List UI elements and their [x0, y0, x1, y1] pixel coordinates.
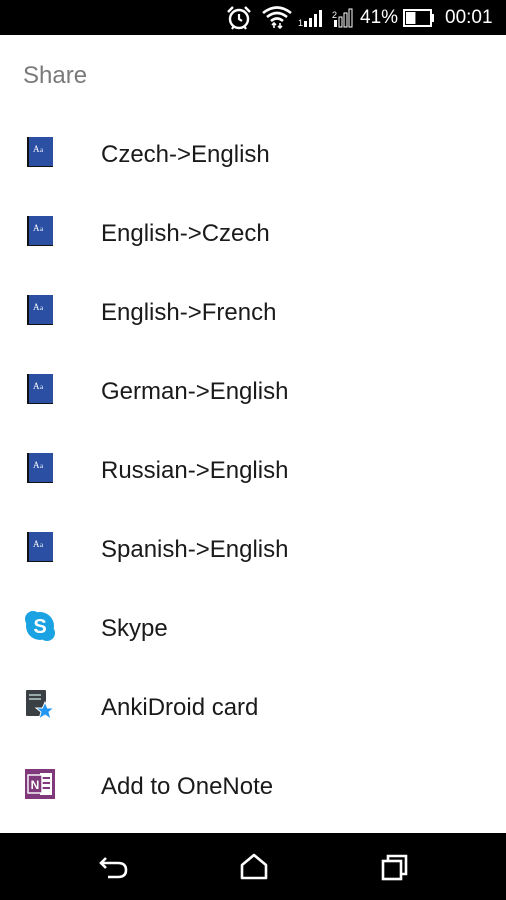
battery-percent: 41%: [360, 6, 399, 28]
back-icon[interactable]: [96, 850, 132, 884]
dictionary-book-icon: A a: [23, 293, 55, 327]
svg-text:A: A: [33, 144, 40, 154]
share-target-label: Spanish->English: [101, 536, 289, 563]
signal-icon: 1: [298, 0, 326, 35]
share-target-item[interactable]: A a English->French: [0, 273, 506, 352]
share-target-label: Skype: [101, 615, 168, 642]
share-target-item[interactable]: A a German->English: [0, 352, 506, 431]
svg-text:A: A: [33, 223, 40, 233]
onenote-icon: N: [23, 767, 55, 801]
share-target-label: Czech->English: [101, 141, 270, 168]
recents-icon[interactable]: [376, 850, 412, 884]
share-target-item[interactable]: A a Russian->English: [0, 431, 506, 510]
share-target-item[interactable]: N Add to OneNote: [0, 747, 506, 826]
svg-text:A: A: [33, 460, 40, 470]
svg-text:S: S: [33, 616, 46, 638]
signal-icon-2: 2: [332, 0, 356, 35]
wifi-icon: [261, 0, 293, 35]
svg-text:1: 1: [298, 18, 303, 28]
clock-time: 00:01: [445, 6, 493, 28]
skype-icon: S: [23, 609, 55, 643]
dictionary-book-icon: A a: [23, 530, 55, 564]
dictionary-book-icon: A a: [23, 135, 55, 169]
svg-text:A: A: [33, 302, 40, 312]
share-target-item[interactable]: S Skype: [0, 589, 506, 668]
share-target-label: AnkiDroid card: [101, 694, 259, 721]
svg-text:A: A: [33, 381, 40, 391]
share-target-list: A a Czech->English A a English->Czech A …: [0, 115, 506, 826]
share-target-label: Add to OneNote: [101, 773, 274, 800]
navigation-bar: [0, 833, 506, 900]
share-target-label: Russian->English: [101, 457, 289, 484]
status-bar: 1 2 41% 00:01: [0, 0, 506, 35]
share-target-item[interactable]: A a Czech->English: [0, 115, 506, 194]
svg-text:A: A: [33, 539, 40, 549]
dictionary-book-icon: A a: [23, 372, 55, 406]
share-target-label: English->French: [101, 299, 277, 326]
dictionary-book-icon: A a: [23, 214, 55, 248]
dictionary-book-icon: A a: [23, 451, 55, 485]
battery-icon: [403, 0, 435, 35]
share-target-label: German->English: [101, 378, 289, 405]
battery-fill: [406, 11, 416, 24]
ankidroid-icon: [23, 688, 56, 722]
svg-text:2: 2: [332, 10, 337, 20]
share-target-item[interactable]: A a Spanish->English: [0, 510, 506, 589]
share-sheet-title: Share: [23, 62, 88, 89]
svg-text:N: N: [31, 778, 40, 792]
share-target-item[interactable]: AnkiDroid card: [0, 668, 506, 747]
alarm-icon: [226, 0, 252, 35]
home-icon[interactable]: [236, 850, 272, 884]
share-target-label: English->Czech: [101, 220, 270, 247]
share-target-item[interactable]: A a English->Czech: [0, 194, 506, 273]
